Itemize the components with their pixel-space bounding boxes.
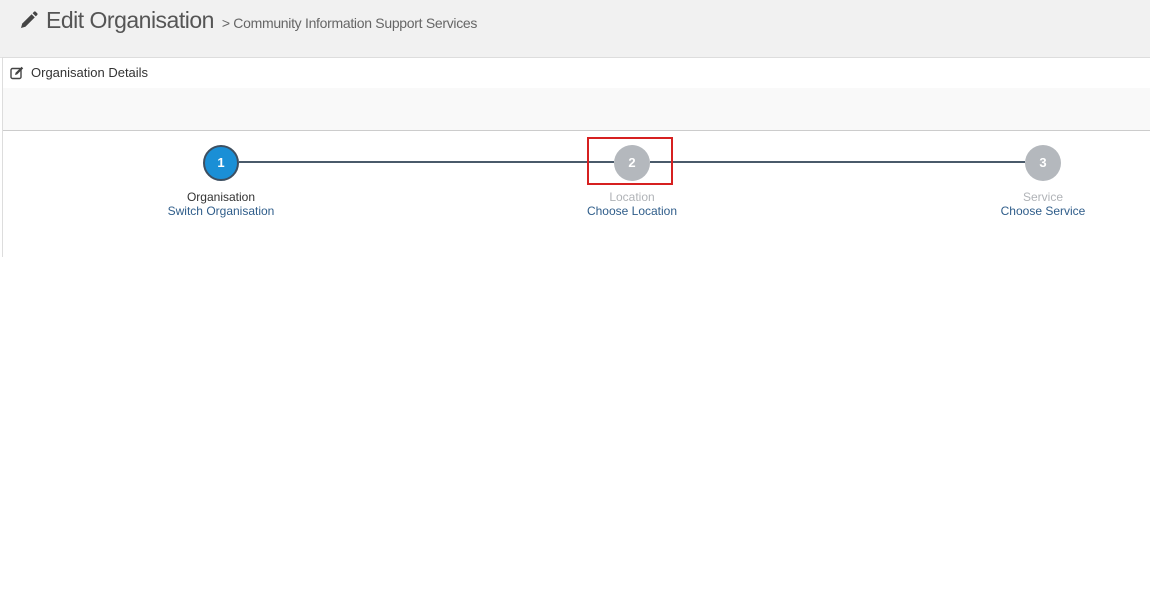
page-subtitle: > Community Information Support Services xyxy=(221,15,478,31)
choose-location-link[interactable]: Choose Location xyxy=(552,204,712,218)
wizard-step-3-title: Service xyxy=(1022,190,1063,204)
edit-icon xyxy=(10,66,24,80)
wizard-step-2-title: Location xyxy=(609,190,655,204)
panel-heading-text: Organisation Details xyxy=(31,65,149,80)
panel-toolbar xyxy=(3,88,1150,131)
wizard-step-1-circle[interactable]: 1 xyxy=(203,145,239,181)
choose-service-link[interactable]: Choose Service xyxy=(963,204,1123,218)
step-2-highlight xyxy=(587,137,673,185)
wizard-steps: 1 Organisation Switch Organisation 2 Loc… xyxy=(3,131,1150,257)
pencil-icon xyxy=(19,11,38,30)
wizard-step-1-title: Organisation xyxy=(186,190,256,204)
wizard-connector-1-2 xyxy=(239,161,614,163)
panel-heading: Organisation Details xyxy=(3,57,1150,89)
page-title-text: Edit Organisation xyxy=(46,7,214,33)
wizard-step-3-circle[interactable]: 3 xyxy=(1025,145,1061,181)
organisation-details-panel: Organisation Details 1 Organisation Swit… xyxy=(2,57,1150,257)
wizard-connector-2-3 xyxy=(650,161,1025,163)
switch-organisation-link[interactable]: Switch Organisation xyxy=(141,204,301,218)
page-title: Edit Organisation > Community Informatio… xyxy=(46,7,477,34)
page-header: Edit Organisation > Community Informatio… xyxy=(0,0,1150,58)
